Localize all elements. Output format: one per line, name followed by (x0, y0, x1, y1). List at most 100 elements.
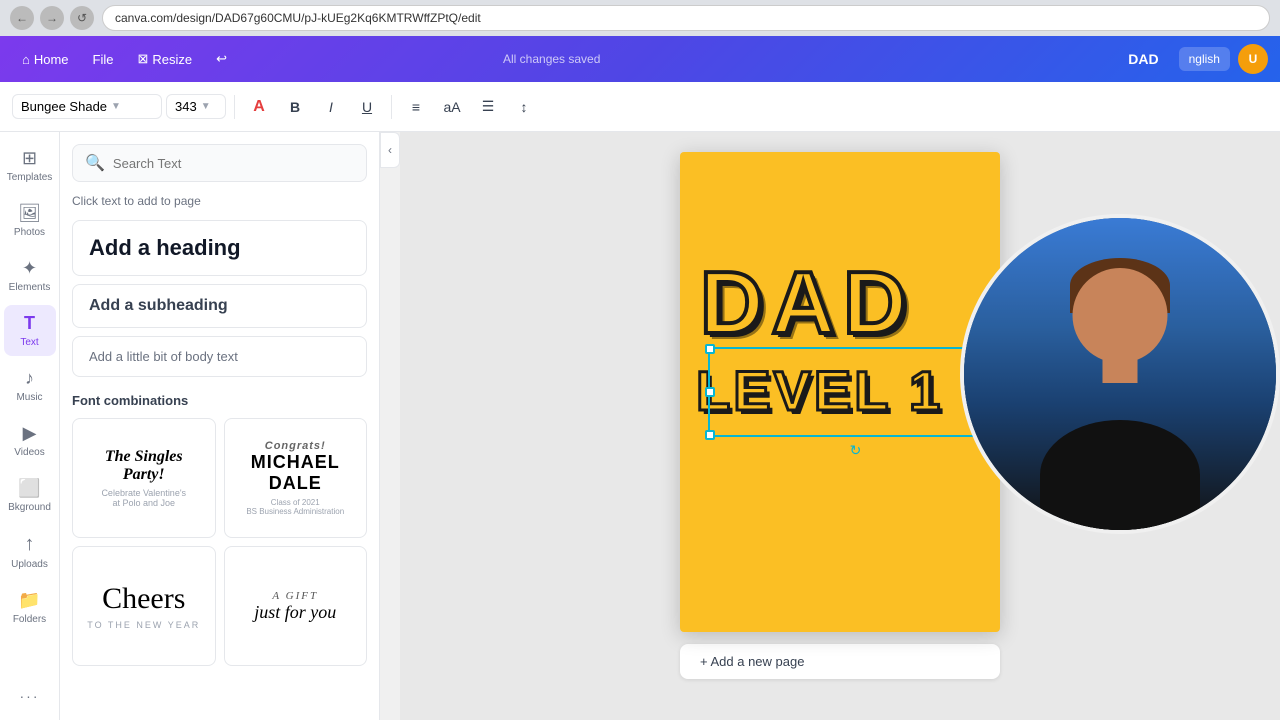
webcam-person (964, 218, 1276, 530)
toolbar-divider-2 (391, 95, 392, 119)
user-avatar[interactable]: U (1238, 44, 1268, 74)
handle-bottom-left[interactable] (705, 430, 715, 440)
design-title: DAD (1128, 51, 1158, 67)
undo-button[interactable]: ↩ (206, 45, 237, 73)
sidebar-label: Text (20, 337, 38, 348)
bold-button[interactable]: B (279, 91, 311, 123)
text-color-button[interactable]: A (243, 91, 275, 123)
panel-collapse-button[interactable]: ‹ (380, 132, 400, 168)
back-button[interactable]: ← (10, 6, 34, 30)
language-button[interactable]: nglish (1179, 47, 1230, 71)
font-combo-card-3[interactable]: Cheers TO THE NEW YEAR (72, 546, 216, 666)
spacing-button[interactable]: ↕ (508, 91, 540, 123)
address-bar[interactable]: canva.com/design/DAD67g60CMU/pJ-kUEg2Kq6… (102, 5, 1270, 31)
design-canvas[interactable]: DAD LEVEL 1 ↻ (680, 152, 1000, 632)
webcam-overlay (960, 214, 1280, 534)
sidebar-label: Uploads (11, 559, 48, 570)
sidebar-item-uploads[interactable]: ↑ Uploads (4, 525, 56, 578)
level-text-content[interactable]: LEVEL 1 (690, 357, 990, 425)
add-page-button[interactable]: + Add a new page (680, 644, 1000, 679)
forward-button[interactable]: → (40, 6, 64, 30)
sidebar-label: Bkground (8, 502, 51, 513)
uploads-icon: ↑ (25, 533, 35, 556)
align-button[interactable]: ≡ (400, 91, 432, 123)
more-icon: ··· (20, 688, 40, 704)
url-text: canva.com/design/DAD67g60CMU/pJ-kUEg2Kq6… (115, 11, 481, 25)
font-combo-card-2[interactable]: Congrats! MICHAELDALE Class of 2021BS Bu… (224, 418, 368, 538)
background-icon: ⬜ (18, 478, 40, 499)
spacing-icon: ↕ (521, 99, 528, 115)
search-input[interactable] (113, 156, 354, 171)
chevron-down-icon: ▼ (201, 101, 211, 112)
person-body (1040, 420, 1200, 530)
combo-sub-text: TO THE NEW YEAR (87, 620, 200, 630)
sidebar-label: Music (16, 392, 42, 403)
combo-main-text: A GIFT (272, 590, 318, 602)
sidebar-item-elements[interactable]: ✦ Elements (4, 250, 56, 301)
canvas-area[interactable]: DAD LEVEL 1 ↻ + Add a new page (400, 132, 1280, 720)
combo-sub-text: Celebrate Valentine'sat Polo and Joe (101, 488, 186, 508)
add-subheading-button[interactable]: Add a subheading (72, 284, 367, 328)
sidebar-label: Elements (9, 282, 51, 293)
left-sidebar: ⊞ Templates 🖼 Photos ✦ Elements T Text ♪… (0, 132, 60, 720)
font-combo-card-4[interactable]: A GIFT just for you (224, 546, 368, 666)
sidebar-item-folders[interactable]: 📁 Folders (4, 582, 56, 633)
sidebar-item-text[interactable]: T Text (4, 305, 56, 356)
list-icon: ☰ (482, 98, 495, 115)
sidebar-item-templates[interactable]: ⊞ Templates (4, 140, 56, 191)
font-combos-grid: The SinglesParty! Celebrate Valentine'sa… (72, 418, 367, 666)
sidebar-label: Folders (13, 614, 46, 625)
combo-extra-text: Class of 2021BS Business Administration (246, 498, 344, 516)
templates-icon: ⊞ (22, 148, 37, 169)
search-box[interactable]: 🔍 (72, 144, 367, 182)
sidebar-item-videos[interactable]: ▶ Videos (4, 415, 56, 466)
font-family-selector[interactable]: Bungee Shade ▼ (12, 94, 162, 119)
text-color-icon: A (253, 98, 265, 116)
refresh-button[interactable]: ↺ (70, 6, 94, 30)
sidebar-item-more[interactable]: ··· (4, 680, 56, 712)
level-text-wrapper[interactable]: LEVEL 1 (690, 357, 990, 425)
home-button[interactable]: ⌂ Home (12, 46, 79, 73)
combo-main-text: Cheers (102, 582, 185, 616)
combo-main-text: Congrats! (265, 440, 326, 452)
canvas-wrapper: DAD LEVEL 1 ↻ + Add a new page (680, 152, 1000, 679)
sidebar-label: Photos (14, 227, 45, 238)
person-head (1073, 268, 1168, 363)
photos-icon: 🖼 (18, 203, 41, 224)
top-nav: ⌂ Home File ⊠ Resize ↩ All changes saved… (0, 36, 1280, 82)
sidebar-item-photos[interactable]: 🖼 Photos (4, 195, 56, 246)
underline-button[interactable]: U (351, 91, 383, 123)
font-combo-card-1[interactable]: The SinglesParty! Celebrate Valentine'sa… (72, 418, 216, 538)
align-icon: ≡ (412, 99, 420, 115)
sidebar-item-background[interactable]: ⬜ Bkground (4, 470, 56, 521)
combo-sub-text: just for you (254, 602, 336, 623)
resize-button[interactable]: ⊠ Resize (128, 45, 203, 73)
person-neck (1103, 353, 1138, 383)
chevron-down-icon: ▼ (111, 101, 121, 112)
sidebar-item-music[interactable]: ♪ Music (4, 360, 56, 411)
browser-controls: ← → ↺ (10, 6, 94, 30)
list-button[interactable]: ☰ (472, 91, 504, 123)
videos-icon: ▶ (23, 423, 37, 444)
save-status: All changes saved (503, 52, 600, 66)
main-layout: ⊞ Templates 🖼 Photos ✦ Elements T Text ♪… (0, 132, 1280, 720)
folders-icon: 📁 (18, 590, 40, 611)
sidebar-label: Templates (7, 172, 53, 183)
nav-right-controls: nglish U (1179, 44, 1268, 74)
font-size-toggle-button[interactable]: aA (436, 91, 468, 123)
italic-button[interactable]: I (315, 91, 347, 123)
font-combos-title: Font combinations (72, 393, 367, 408)
font-size-selector[interactable]: 343 ▼ (166, 94, 226, 119)
elements-icon: ✦ (22, 258, 37, 279)
combo-sub-text: MICHAELDALE (251, 452, 340, 494)
format-toolbar: Bungee Shade ▼ 343 ▼ A B I U ≡ aA ☰ ↕ (0, 82, 1280, 132)
music-icon: ♪ (25, 368, 34, 389)
sidebar-label: Videos (14, 447, 44, 458)
toolbar-divider (234, 95, 235, 119)
file-button[interactable]: File (83, 46, 124, 73)
rotate-handle[interactable]: ↻ (850, 442, 862, 459)
add-body-button[interactable]: Add a little bit of body text (72, 336, 367, 377)
combo-main-text: The SinglesParty! (105, 448, 183, 484)
dad-text[interactable]: DAD (700, 252, 915, 354)
add-heading-button[interactable]: Add a heading (72, 220, 367, 276)
